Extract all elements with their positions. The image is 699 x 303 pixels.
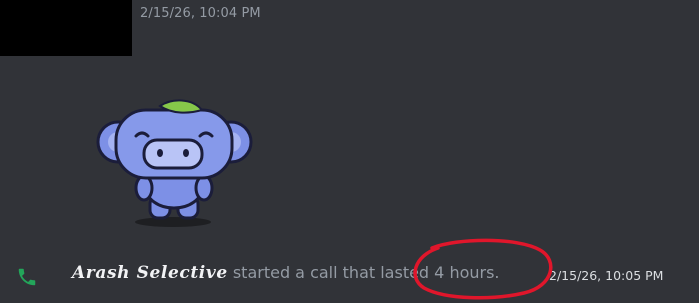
redacted-avatar bbox=[0, 0, 132, 56]
call-timestamp[interactable]: 2/15/26, 10:05 PM bbox=[549, 268, 663, 283]
phone-icon bbox=[18, 268, 36, 286]
wumpus-sticker-icon[interactable] bbox=[88, 96, 258, 230]
red-circle-annotation-icon bbox=[413, 238, 553, 300]
username[interactable]: Arash Selective bbox=[72, 263, 228, 283]
chat-view: 2/15/26, 10:04 PM Arash Selective starte… bbox=[0, 0, 699, 303]
message-timestamp[interactable]: 2/15/26, 10:04 PM bbox=[140, 6, 261, 21]
call-system-message: Arash Selective started a call that last… bbox=[0, 258, 699, 292]
